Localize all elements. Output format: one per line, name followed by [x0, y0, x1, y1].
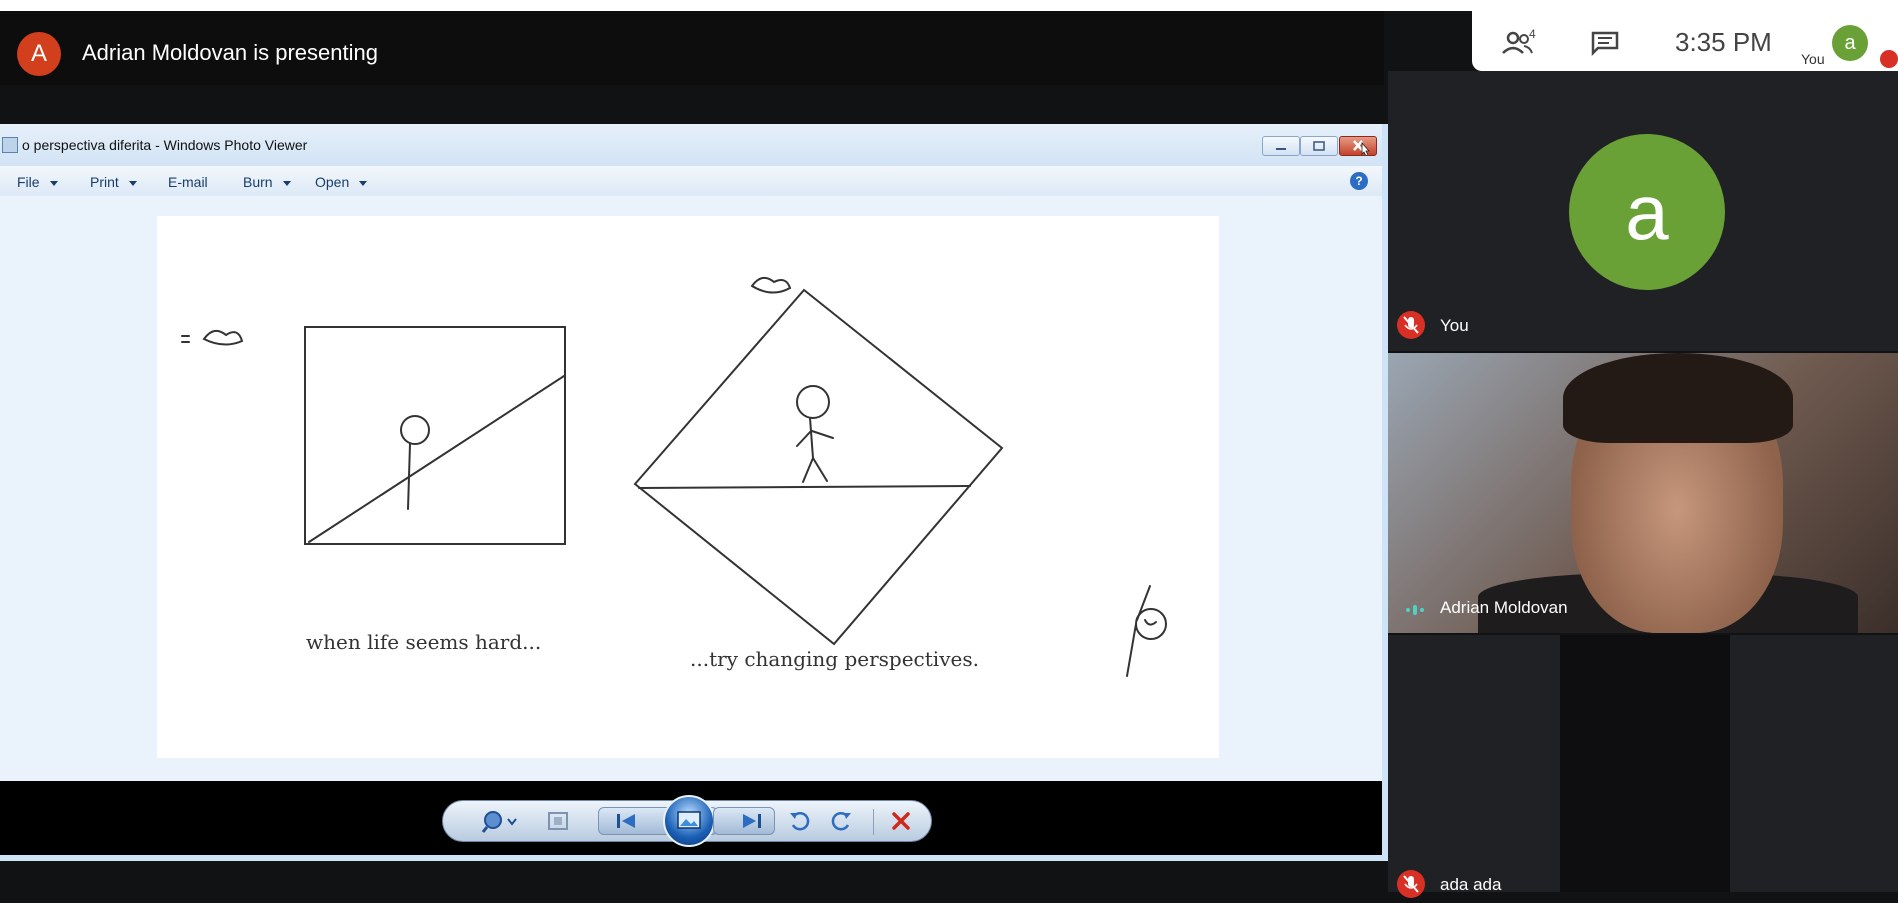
self-label: You: [1801, 51, 1825, 67]
mic-off-icon: [1397, 311, 1425, 339]
participant-avatar: a: [1569, 134, 1725, 290]
viewer-controls-area: [0, 781, 1382, 855]
self-avatar[interactable]: a: [1832, 25, 1868, 61]
comic-illustration: when life seems hard... ...try changing …: [181, 276, 1167, 677]
help-icon[interactable]: ?: [1350, 172, 1368, 190]
participant-tile-you[interactable]: a You: [1388, 71, 1898, 351]
restore-icon: [1313, 141, 1325, 151]
slideshow-icon: [677, 811, 701, 829]
photo-viewer-icon: [2, 137, 18, 153]
video-frame-hair: [1563, 353, 1793, 443]
chevron-down-icon: [359, 180, 368, 186]
delete-icon[interactable]: [888, 809, 914, 833]
presenting-label: Adrian Moldovan is presenting: [82, 40, 378, 65]
caption-left: when life seems hard...: [306, 630, 541, 654]
window-titlebar[interactable]: o perspectiva diferita - Windows Photo V…: [0, 124, 1382, 166]
zoom-icon[interactable]: [481, 809, 523, 833]
participant-name: Adrian Moldovan: [1440, 598, 1568, 617]
chevron-down-icon: [282, 180, 291, 186]
chat-icon[interactable]: [1590, 30, 1620, 56]
photo-viewer-window: o perspectiva diferita - Windows Photo V…: [0, 124, 1388, 861]
participant-tile-ada[interactable]: ada ada: [1388, 635, 1898, 898]
menu-bar: File Print E-mail Burn Open ?: [0, 166, 1382, 197]
caption-right: ...try changing perspectives.: [690, 647, 979, 671]
menu-print[interactable]: Print: [90, 174, 137, 190]
viewer-toolbar: [442, 795, 932, 847]
displayed-image: when life seems hard... ...try changing …: [157, 216, 1219, 758]
mic-off-icon: [1880, 50, 1898, 68]
toolbar-separator: [873, 809, 874, 835]
chevron-down-icon: [128, 180, 137, 186]
clock: 3:35 PM: [1675, 27, 1772, 57]
minimize-icon: [1276, 148, 1286, 150]
close-button[interactable]: [1339, 136, 1377, 157]
menu-open[interactable]: Open: [315, 174, 368, 190]
close-icon: [1353, 140, 1370, 157]
rotate-clockwise-icon[interactable]: [828, 809, 854, 833]
participant-name: You: [1440, 316, 1469, 335]
menu-email[interactable]: E-mail: [168, 174, 208, 190]
slideshow-button[interactable]: [663, 795, 715, 847]
maximize-button[interactable]: [1300, 136, 1338, 156]
speaking-indicator-icon: [1406, 605, 1424, 615]
participant-name: ada ada: [1440, 875, 1502, 894]
mic-off-icon: [1397, 870, 1425, 898]
participants-count: 4: [1529, 27, 1536, 41]
presentation-header: A Adrian Moldovan is presenting: [0, 11, 1384, 85]
next-icon[interactable]: [739, 809, 765, 833]
actual-size-icon[interactable]: [545, 809, 571, 833]
menu-file[interactable]: File: [17, 174, 58, 190]
top-border: [0, 0, 1898, 11]
chevron-down-icon: [49, 180, 58, 186]
image-area: when life seems hard... ...try changing …: [0, 196, 1382, 781]
participant-tile-adrian[interactable]: Adrian Moldovan: [1388, 353, 1898, 633]
rotate-counterclockwise-icon[interactable]: [787, 809, 813, 833]
presenter-avatar: A: [17, 32, 61, 76]
previous-icon[interactable]: [613, 809, 639, 833]
window-title: o perspectiva diferita - Windows Photo V…: [22, 137, 308, 153]
participant-video: [1560, 635, 1730, 892]
menu-burn[interactable]: Burn: [243, 174, 291, 190]
minimize-button[interactable]: [1262, 136, 1300, 156]
